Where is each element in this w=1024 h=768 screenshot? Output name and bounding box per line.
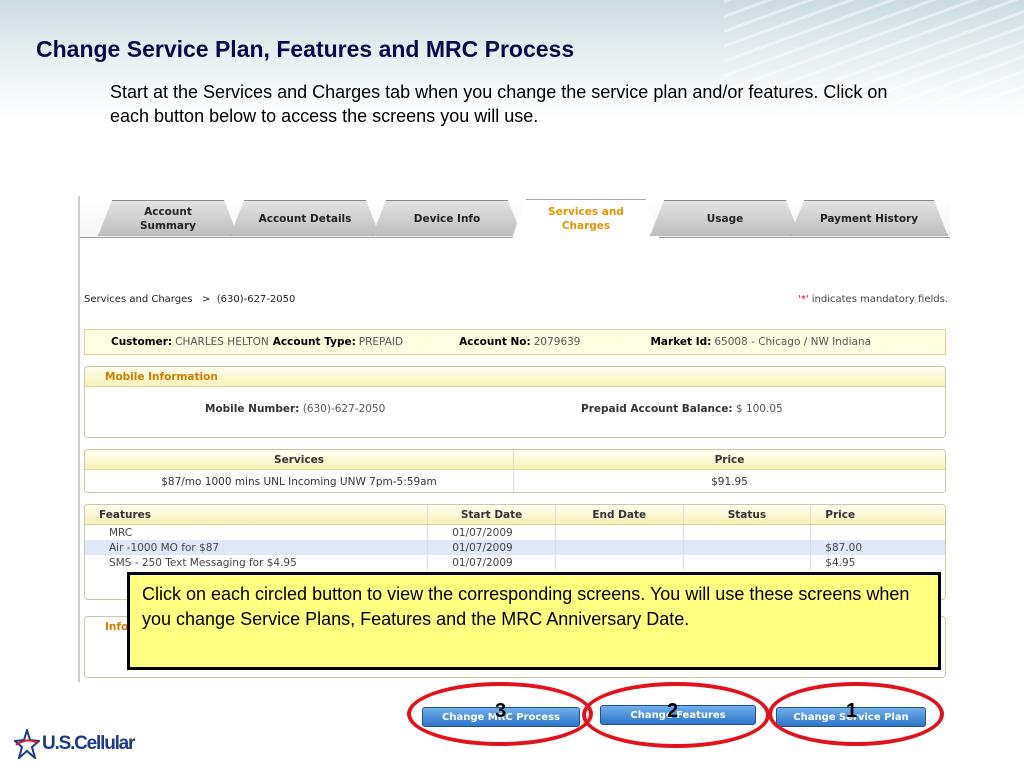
step-number-3: 3 — [495, 700, 507, 722]
table-row: Air -1000 MO for $87 01/07/2009 $87.00 — [85, 540, 945, 555]
logo-star-icon — [14, 729, 40, 759]
account-no-label: Account No: — [459, 336, 531, 348]
feature-status-cell — [684, 555, 812, 570]
tab-usage[interactable]: Usage — [650, 200, 800, 236]
instruction-callout: Click on each circled button to view the… — [127, 572, 941, 670]
slide-title: Change Service Plan, Features and MRC Pr… — [36, 36, 575, 62]
info-panel-header: Info — [105, 621, 129, 633]
mandatory-star: '*' — [798, 294, 809, 305]
prepaid-balance-value: $ 100.05 — [735, 403, 783, 415]
tab-device-info[interactable]: Device Info — [372, 200, 522, 236]
customer-value: CHARLES HELTON — [175, 336, 269, 348]
account-type-value: PREPAID — [358, 336, 404, 348]
feature-end-cell — [556, 555, 684, 570]
logo-text: U.S.Cellular — [42, 733, 135, 754]
slide-intro-text: Start at the Services and Charges tab wh… — [110, 82, 888, 126]
tab-account-details[interactable]: Account Details — [230, 200, 380, 236]
feature-start-cell: 01/07/2009 — [428, 540, 556, 555]
feature-name-cell: Air -1000 MO for $87 — [85, 540, 429, 555]
services-column-header: Services — [85, 450, 514, 469]
status-column-header: Status — [684, 505, 812, 524]
us-cellular-logo: U.S.Cellular — [14, 724, 135, 764]
mobile-number-label: Mobile Number: — [205, 403, 300, 415]
services-table: Services Price $87/mo 1000 mins UNL Inco… — [84, 449, 946, 493]
feature-start-cell: 01/07/2009 — [428, 555, 556, 570]
tab-bar: Account Summary Account Details Device I… — [80, 196, 950, 238]
feature-end-cell — [556, 540, 684, 555]
mobile-number-value: (630)-627-2050 — [302, 403, 386, 415]
step-number-1: 1 — [846, 700, 858, 722]
services-header-row: Services Price — [85, 450, 945, 470]
service-price-cell: $91.95 — [711, 475, 748, 488]
end-date-column-header: End Date — [556, 505, 684, 524]
service-plan-cell: $87/mo 1000 mins UNL Incoming UNW 7pm-5:… — [85, 471, 514, 492]
mandatory-note: '*' indicates mandatory fields. — [798, 294, 948, 305]
table-row: $87/mo 1000 mins UNL Incoming UNW 7pm-5:… — [85, 471, 945, 492]
feature-price-cell — [811, 525, 945, 540]
customer-bar: Customer: CHARLES HELTON Account Type: PRE… — [84, 329, 946, 355]
customer-label: Customer: — [111, 336, 173, 348]
account-type-label: Account Type: — [272, 336, 356, 348]
tab-payment-history[interactable]: Payment History — [790, 200, 948, 236]
mobile-information-header: Mobile Information — [85, 367, 945, 387]
prepaid-balance-label: Prepaid Account Balance: — [581, 403, 733, 415]
table-row: MRC 01/07/2009 — [85, 525, 945, 540]
feature-name-cell: MRC — [85, 525, 429, 540]
tab-account-summary[interactable]: Account Summary — [98, 200, 238, 236]
features-header-row: Features Start Date End Date Status Pric… — [85, 505, 945, 525]
feature-end-cell — [556, 525, 684, 540]
feature-start-cell: 01/07/2009 — [428, 525, 556, 540]
tab-services-and-charges[interactable]: Services and Charges — [512, 199, 660, 238]
feature-price-column-header: Price — [825, 508, 856, 521]
start-date-column-header: Start Date — [428, 505, 556, 524]
feature-status-cell — [684, 525, 812, 540]
feature-name-cell: SMS - 250 Text Messaging for $4.95 — [85, 555, 429, 570]
features-column-header: Features — [85, 505, 429, 524]
market-id-value: 65008 - Chicago / NW Indiana — [714, 336, 872, 348]
table-row: SMS - 250 Text Messaging for $4.95 01/07… — [85, 555, 945, 570]
mobile-information-panel: Mobile Information Mobile Number: (630)-… — [84, 366, 946, 438]
market-id-label: Market Id: — [650, 336, 712, 348]
account-no-value: 2079639 — [533, 336, 581, 348]
step-number-2: 2 — [667, 700, 679, 722]
mandatory-text: indicates mandatory fields. — [808, 294, 948, 305]
price-column-header: Price — [714, 453, 745, 466]
feature-price-cell: $4.95 — [825, 556, 856, 569]
feature-status-cell — [684, 540, 812, 555]
feature-price-cell: $87.00 — [825, 541, 863, 554]
breadcrumb: Services and Charges > (630)-627-2050 — [84, 294, 296, 305]
